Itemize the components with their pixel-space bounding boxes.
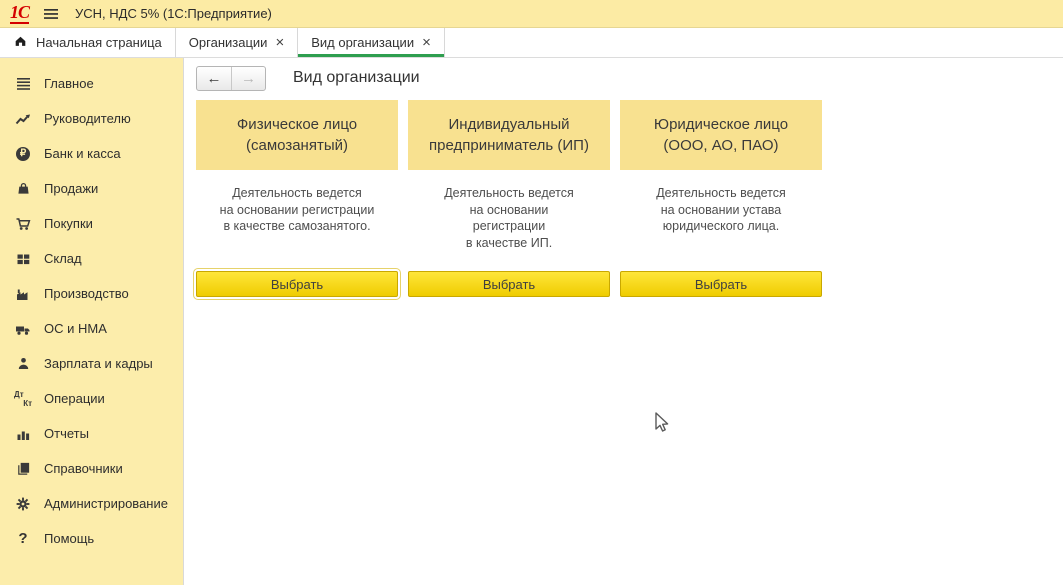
card-title: Физическое лицо (самозанятый) — [196, 100, 398, 170]
organization-kind-cards: Физическое лицо (самозанятый) Деятельнос… — [196, 100, 1063, 297]
sidebar-item-label: Главное — [44, 76, 94, 91]
sidebar-item-production[interactable]: Производство — [0, 276, 183, 311]
window-title: УСН, НДС 5% (1С:Предприятие) — [75, 6, 272, 21]
main-content: ← → Вид организации Физическое лицо (сам… — [184, 58, 1063, 585]
person-icon — [14, 356, 32, 372]
truck-icon — [14, 321, 32, 337]
close-icon[interactable]: × — [422, 35, 431, 50]
tab-label: Организации — [189, 35, 268, 50]
sidebar-item-warehouse[interactable]: Склад — [0, 241, 183, 276]
forward-button[interactable]: → — [231, 67, 265, 90]
sidebar-item-label: ОС и НМА — [44, 321, 107, 336]
select-button-sole-proprietor[interactable]: Выбрать — [408, 271, 610, 297]
sidebar-item-sales[interactable]: Продажи — [0, 171, 183, 206]
card-description: Деятельность ведется на основании регист… — [196, 185, 398, 271]
question-icon: ? — [14, 531, 32, 547]
tab-label: Начальная страница — [36, 35, 162, 50]
tab-organization-kind[interactable]: Вид организации × — [298, 28, 445, 57]
sidebar-item-bank-cash[interactable]: ₽ Банк и касса — [0, 136, 183, 171]
sidebar: Главное Руководителю ₽ Банк и касса — [0, 58, 184, 585]
sidebar-item-label: Зарплата и кадры — [44, 356, 153, 371]
factory-icon — [14, 286, 32, 302]
ruble-coin-icon: ₽ — [14, 146, 32, 162]
debit-credit-icon: Дт Кт — [14, 391, 32, 407]
sidebar-item-label: Руководителю — [44, 111, 131, 126]
card-title: Юридическое лицо (ООО, АО, ПАО) — [620, 100, 822, 170]
card-individual-selfemployed: Физическое лицо (самозанятый) Деятельнос… — [196, 100, 398, 297]
sidebar-item-directories[interactable]: Справочники — [0, 451, 183, 486]
tab-organizations[interactable]: Организации × — [176, 28, 298, 57]
1c-logo: 1С — [10, 3, 29, 24]
shopping-cart-icon — [14, 216, 32, 232]
back-button[interactable]: ← — [197, 67, 231, 90]
warehouse-grid-icon — [14, 251, 32, 267]
trending-up-icon — [14, 111, 32, 127]
close-icon[interactable]: × — [275, 35, 284, 50]
books-icon — [14, 461, 32, 477]
window-titlebar: 1С УСН, НДС 5% (1С:Предприятие) — [0, 0, 1063, 28]
sidebar-item-administration[interactable]: Администрирование — [0, 486, 183, 521]
sidebar-item-label: Операции — [44, 391, 105, 406]
tab-home[interactable]: Начальная страница — [0, 28, 176, 57]
select-button-selfemployed[interactable]: Выбрать — [196, 271, 398, 297]
gear-icon — [14, 496, 32, 512]
sidebar-item-label: Помощь — [44, 531, 94, 546]
page-title: Вид организации — [293, 69, 420, 87]
sidebar-item-label: Покупки — [44, 216, 93, 231]
tab-bar: Начальная страница Организации × Вид орг… — [0, 28, 1063, 58]
sidebar-item-label: Банк и касса — [44, 146, 121, 161]
tab-label: Вид организации — [311, 35, 414, 50]
sidebar-item-help[interactable]: ? Помощь — [0, 521, 183, 556]
sidebar-item-label: Продажи — [44, 181, 98, 196]
sidebar-item-manager[interactable]: Руководителю — [0, 101, 183, 136]
shopping-bag-icon — [14, 181, 32, 197]
card-description: Деятельность ведется на основании устава… — [620, 185, 822, 271]
sidebar-item-operations[interactable]: Дт Кт Операции — [0, 381, 183, 416]
menu-lines-icon — [14, 76, 32, 92]
main-menu-icon[interactable] — [43, 7, 59, 21]
card-title: Индивидуальный предприниматель (ИП) — [408, 100, 610, 170]
bar-chart-icon — [14, 426, 32, 442]
select-button-legal-entity[interactable]: Выбрать — [620, 271, 822, 297]
card-description: Деятельность ведется на основании регист… — [408, 185, 610, 271]
sidebar-item-label: Администрирование — [44, 496, 168, 511]
sidebar-item-reports[interactable]: Отчеты — [0, 416, 183, 451]
sidebar-item-fixed-assets[interactable]: ОС и НМА — [0, 311, 183, 346]
sidebar-item-label: Склад — [44, 251, 82, 266]
card-legal-entity: Юридическое лицо (ООО, АО, ПАО) Деятельн… — [620, 100, 822, 297]
home-icon — [13, 34, 28, 51]
card-sole-proprietor: Индивидуальный предприниматель (ИП) Деят… — [408, 100, 610, 297]
sidebar-item-label: Производство — [44, 286, 129, 301]
sidebar-item-label: Отчеты — [44, 426, 89, 441]
sidebar-item-main[interactable]: Главное — [0, 66, 183, 101]
sidebar-item-payroll-hr[interactable]: Зарплата и кадры — [0, 346, 183, 381]
sidebar-item-purchases[interactable]: Покупки — [0, 206, 183, 241]
sidebar-item-label: Справочники — [44, 461, 123, 476]
history-nav: ← → — [196, 66, 266, 91]
